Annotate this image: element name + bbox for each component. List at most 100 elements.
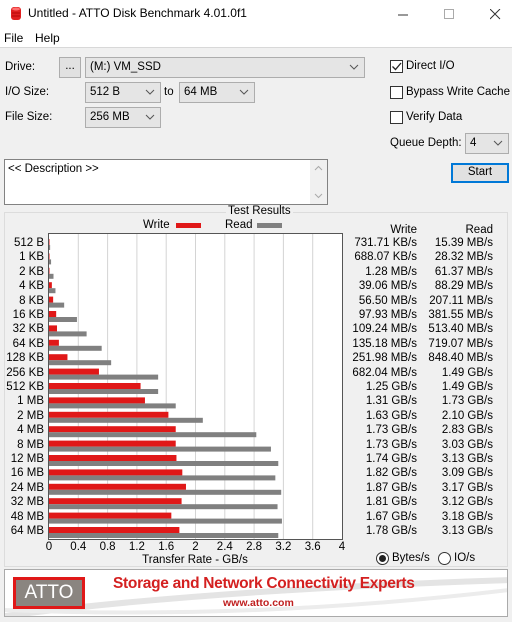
menu-bar: File Help xyxy=(0,28,512,48)
read-value: 3.17 GB/s xyxy=(441,481,493,494)
write-bar xyxy=(49,354,68,361)
read-bar xyxy=(49,389,159,394)
x-tick-label: 3.6 xyxy=(304,541,321,553)
read-bar xyxy=(49,533,279,538)
write-value: 1.82 GB/s xyxy=(365,467,417,480)
read-bar xyxy=(49,518,282,524)
write-bar xyxy=(49,311,57,317)
write-bar xyxy=(49,368,99,375)
write-value: 97.93 MB/s xyxy=(358,309,417,321)
read-value: 3.09 GB/s xyxy=(441,467,493,480)
description-textarea[interactable]: << Description >> xyxy=(4,159,328,205)
write-value: 688.07 KB/s xyxy=(354,251,417,264)
write-bar xyxy=(49,440,176,447)
read-bar xyxy=(49,432,257,438)
read-bar xyxy=(49,302,65,308)
y-tick-label: 8 MB xyxy=(17,438,44,451)
bypass-write-cache-checkbox[interactable] xyxy=(390,86,403,99)
write-value: 251.98 MB/s xyxy=(352,352,417,365)
maximize-button[interactable] xyxy=(426,0,472,28)
read-bar xyxy=(49,475,276,481)
read-bar xyxy=(49,374,159,380)
y-tick-label: 1 KB xyxy=(19,251,44,264)
write-value: 109.24 MB/s xyxy=(352,323,417,336)
legend-read-swatch xyxy=(257,223,282,228)
banner-website[interactable]: www.atto.com xyxy=(223,597,294,609)
write-bar xyxy=(49,483,186,490)
write-bar xyxy=(49,296,54,303)
close-button[interactable] xyxy=(472,0,512,28)
y-tick-label: 512 KB xyxy=(6,381,44,393)
x-tick-label: 2.4 xyxy=(216,541,233,553)
io-size-to-label: to xyxy=(164,86,174,98)
read-value: 1.73 GB/s xyxy=(441,395,493,408)
x-tick-label: 1.6 xyxy=(158,541,175,553)
read-value: 3.18 GB/s xyxy=(441,510,493,523)
browse-button[interactable]: ... xyxy=(59,57,81,78)
write-value: 1.87 GB/s xyxy=(365,481,417,494)
description-scrollbar[interactable] xyxy=(310,160,327,204)
write-bar xyxy=(49,397,145,404)
read-value: 381.55 MB/s xyxy=(428,309,493,321)
read-bar xyxy=(49,345,102,351)
window-title: Untitled - ATTO Disk Benchmark 4.01.0f1 xyxy=(28,6,247,20)
y-tick-label: 1 MB xyxy=(17,395,44,408)
file-size-label: File Size: xyxy=(5,111,53,123)
io-size-to-select[interactable]: 64 MB xyxy=(179,82,255,103)
queue-depth-select[interactable]: 4 xyxy=(465,133,509,154)
read-value: 848.40 MB/s xyxy=(428,352,493,365)
io-size-from-value: 512 B xyxy=(90,86,121,98)
close-icon xyxy=(489,8,500,19)
bypass-write-cache-label: Bypass Write Cache xyxy=(406,86,510,98)
read-value: 1.49 GB/s xyxy=(441,381,493,393)
x-tick-label: 2.8 xyxy=(246,541,263,553)
atto-banner[interactable]: ATTO Storage and Network Connectivity Ex… xyxy=(4,569,508,617)
y-tick-label: 4 MB xyxy=(17,424,44,437)
write-value: 1.25 GB/s xyxy=(365,381,417,393)
read-value: 207.11 MB/s xyxy=(429,294,493,307)
read-value: 719.07 MB/s xyxy=(428,337,493,350)
write-bar xyxy=(49,383,141,389)
app-icon xyxy=(11,7,21,20)
write-bar xyxy=(49,325,58,332)
direct-io-checkbox[interactable] xyxy=(390,60,403,73)
drive-select[interactable]: (M:) VM_SSD xyxy=(85,57,365,78)
chevron-down-icon xyxy=(145,89,155,95)
drive-value: (M:) VM_SSD xyxy=(90,61,161,73)
read-value: 88.29 MB/s xyxy=(434,280,493,293)
write-value: 682.04 MB/s xyxy=(352,366,417,379)
queue-depth-label: Queue Depth: xyxy=(390,137,462,149)
read-bar xyxy=(49,504,278,510)
y-tick-label: 64 MB xyxy=(10,525,44,537)
write-value: 135.18 MB/s xyxy=(352,337,417,350)
write-bar xyxy=(49,498,182,505)
write-bar xyxy=(49,267,50,274)
scroll-down-icon[interactable] xyxy=(314,193,323,199)
y-tick-label: 512 B xyxy=(13,237,44,249)
write-bar xyxy=(49,239,50,245)
x-axis-title: Transfer Rate - GB/s xyxy=(142,554,248,566)
read-value: 2.83 GB/s xyxy=(441,424,493,437)
file-size-value: 256 MB xyxy=(90,111,130,123)
bytes-per-second-radio[interactable] xyxy=(376,552,389,565)
read-value: 2.10 GB/s xyxy=(441,409,493,422)
read-bar xyxy=(49,489,282,495)
file-size-select[interactable]: 256 MB xyxy=(85,107,161,128)
y-tick-label: 16 KB xyxy=(12,309,44,321)
start-button[interactable]: Start xyxy=(451,163,509,183)
io-size-from-select[interactable]: 512 B xyxy=(85,82,161,103)
scroll-up-icon[interactable] xyxy=(314,165,323,171)
menu-file[interactable]: File xyxy=(4,31,23,45)
read-bar xyxy=(49,288,56,294)
chevron-down-icon xyxy=(145,114,155,120)
chevron-down-icon xyxy=(493,140,503,146)
x-tick-label: 1.2 xyxy=(128,541,145,553)
minimize-button[interactable] xyxy=(380,0,426,28)
menu-help[interactable]: Help xyxy=(35,31,60,45)
verify-data-checkbox[interactable] xyxy=(390,111,403,124)
io-per-second-radio[interactable] xyxy=(438,552,451,565)
verify-data-label: Verify Data xyxy=(406,111,463,123)
write-value: 1.63 GB/s xyxy=(365,409,417,422)
x-tick-label: 4 xyxy=(338,541,346,553)
legend-read-label: Read xyxy=(225,219,253,231)
